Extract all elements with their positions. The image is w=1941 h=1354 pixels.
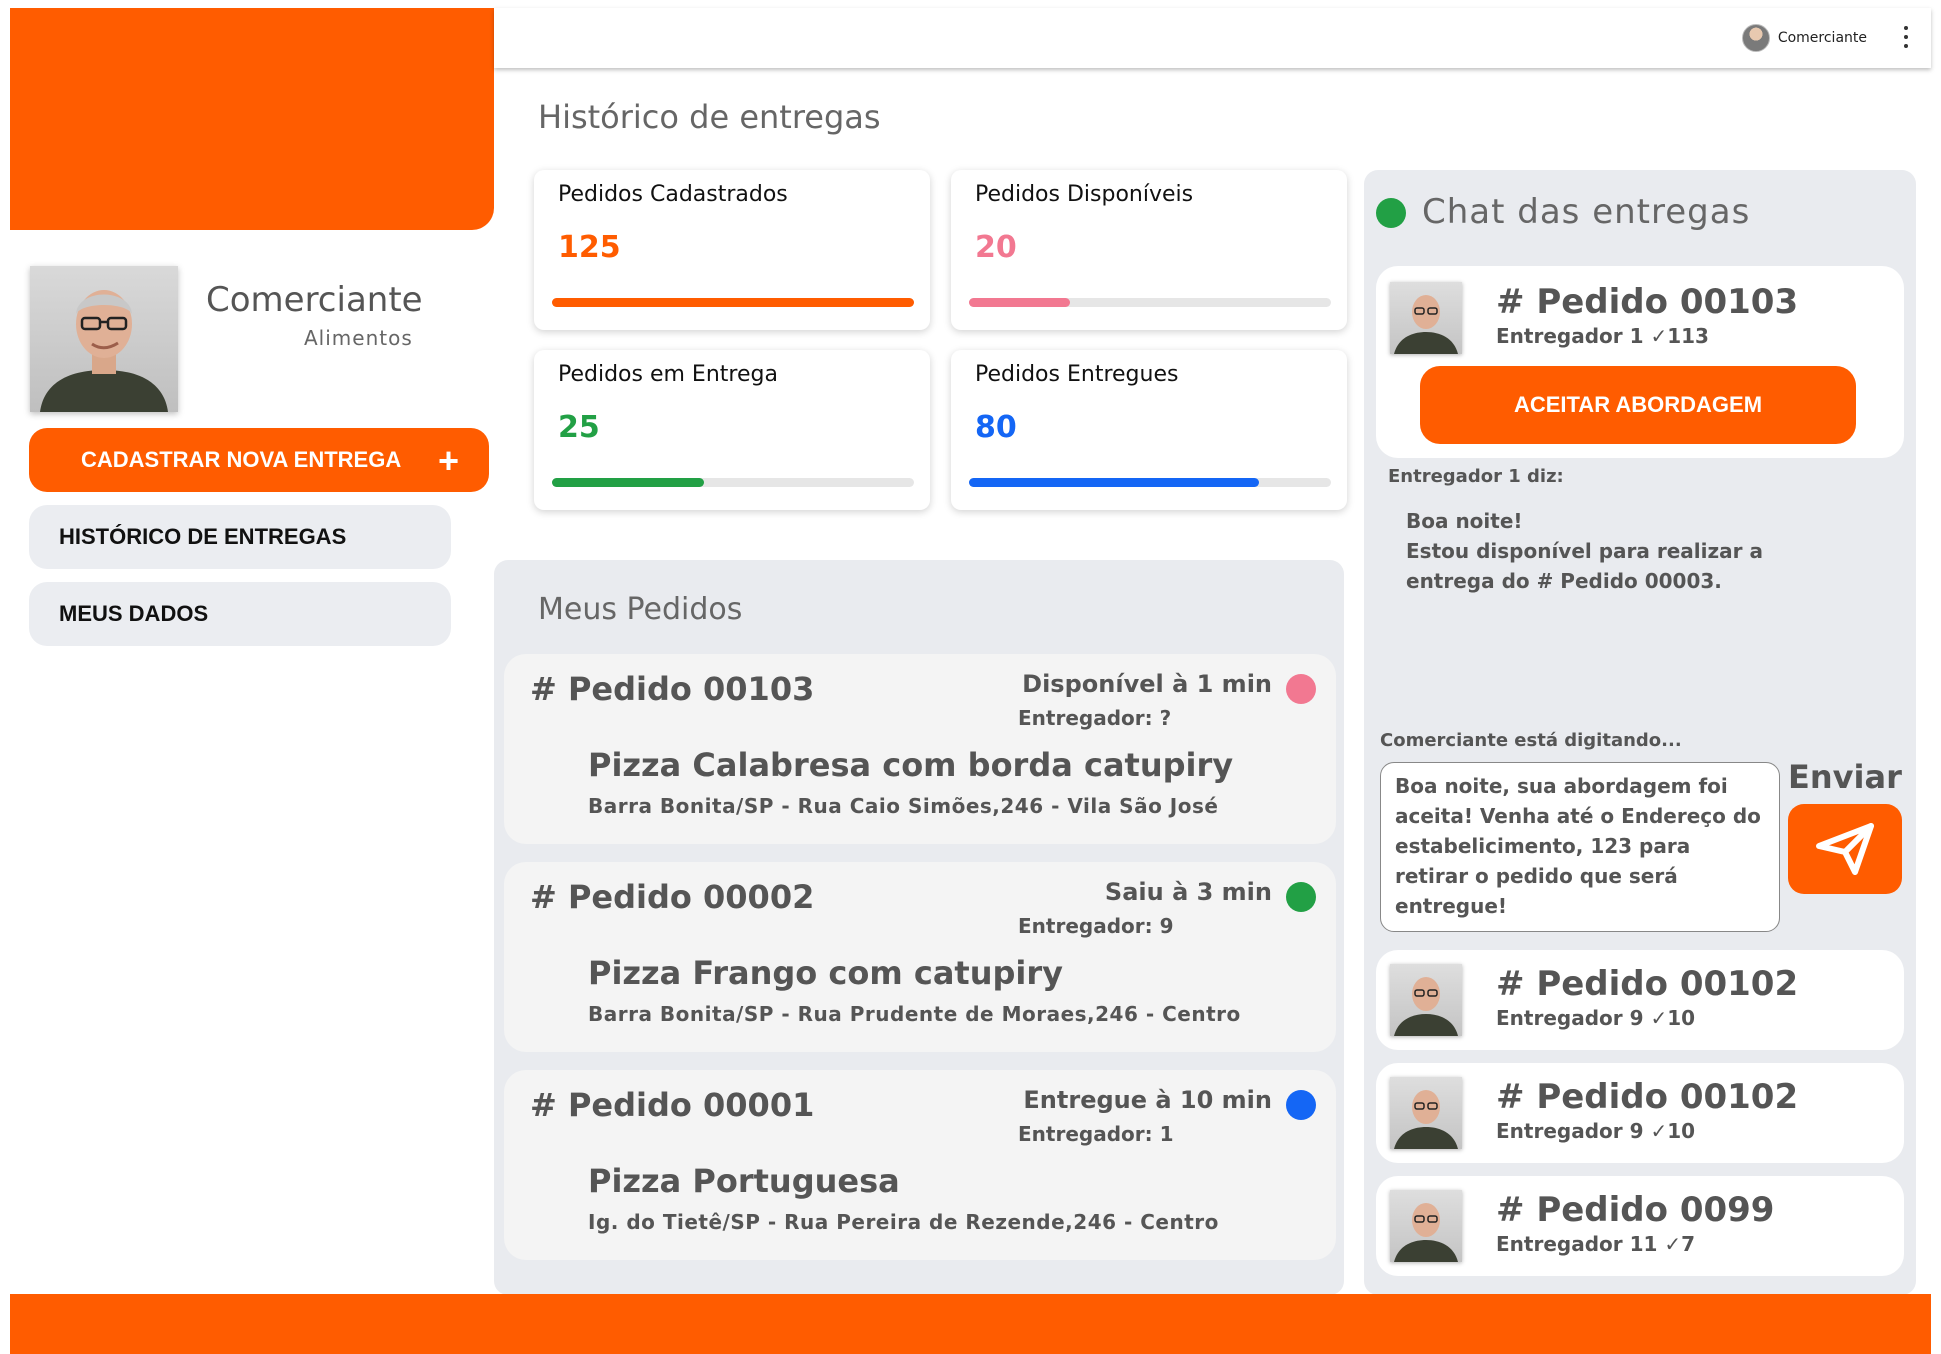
stat-value: 125 [558, 230, 621, 265]
order-card[interactable]: # Pedido 00001 Entregue à 10 min Entrega… [504, 1070, 1336, 1260]
chat-order-id: # Pedido 00103 [1496, 282, 1799, 322]
my-data-label: MEUS DADOS [59, 601, 209, 626]
courier-avatar [1390, 1190, 1462, 1262]
chat-courier-info: Entregador 1 ✓113 [1496, 324, 1709, 348]
stat-progress-track [552, 298, 914, 307]
chat-list-item[interactable]: # Pedido 00102 Entregador 9 ✓10 [1376, 950, 1904, 1050]
send-icon [1816, 823, 1874, 875]
history-button[interactable]: HISTÓRICO DE ENTREGAS [29, 505, 451, 569]
order-item: Pizza Calabresa com borda catupiry [588, 746, 1234, 784]
order-status: Disponível à 1 min [1022, 670, 1272, 698]
user-name: Comerciante [1777, 30, 1867, 46]
order-item: Pizza Frango com catupiry [588, 954, 1063, 992]
stat-progress-fill [969, 298, 1071, 307]
stat-card-delivered: Pedidos Entregues 80 [951, 350, 1347, 510]
new-delivery-button[interactable]: CADASTRAR NOVA ENTREGA + [29, 428, 489, 492]
order-id: # Pedido 00002 [530, 878, 815, 916]
my-data-button[interactable]: MEUS DADOS [29, 582, 451, 646]
chat-list-item[interactable]: # Pedido 00102 Entregador 9 ✓10 [1376, 1063, 1904, 1163]
order-item: Pizza Portuguesa [588, 1162, 900, 1200]
chat-active-card[interactable]: # Pedido 00103 Entregador 1 ✓113 ACEITAR… [1376, 266, 1904, 458]
stat-value: 20 [975, 230, 1017, 265]
status-dot-icon [1286, 1090, 1316, 1120]
orders-title: Meus Pedidos [538, 592, 743, 627]
stat-card-in-delivery: Pedidos em Entrega 25 [534, 350, 930, 510]
new-delivery-label: CADASTRAR NOVA ENTREGA [81, 447, 402, 472]
stat-label: Pedidos em Entrega [558, 362, 778, 387]
chat-courier-info: Entregador 9 ✓10 [1496, 1006, 1696, 1030]
stat-progress-track [552, 478, 914, 487]
profile-category: Alimentos [304, 326, 413, 350]
more-options-icon[interactable] [1903, 26, 1909, 48]
stat-progress-fill [969, 478, 1259, 487]
courier-avatar [1390, 282, 1462, 354]
accept-approach-button[interactable]: ACEITAR ABORDAGEM [1420, 366, 1856, 444]
profile-avatar [30, 266, 178, 412]
order-address: Barra Bonita/SP - Rua Caio Simões,246 - … [588, 794, 1219, 818]
order-courier: Entregador: ? [1018, 706, 1172, 730]
stat-label: Pedidos Disponíveis [975, 182, 1194, 207]
order-address: Barra Bonita/SP - Rua Prudente de Moraes… [588, 1002, 1241, 1026]
stat-progress-fill [552, 298, 914, 307]
stat-label: Pedidos Entregues [975, 362, 1179, 387]
stat-value: 25 [558, 410, 600, 445]
order-address: Ig. do Tietê/SP - Rua Pereira de Rezende… [588, 1210, 1219, 1234]
message-sender: Entregador 1 diz: [1388, 466, 1564, 487]
order-courier: Entregador: 9 [1018, 914, 1174, 938]
stat-label: Pedidos Cadastrados [558, 182, 788, 207]
order-courier: Entregador: 1 [1018, 1122, 1174, 1146]
chat-list-item[interactable]: # Pedido 0099 Entregador 11 ✓7 [1376, 1176, 1904, 1276]
top-bar: Comerciante [494, 8, 1931, 68]
send-label: Enviar [1788, 758, 1902, 796]
message-text: Boa noite! Estou disponível para realiza… [1406, 509, 1763, 593]
chat-title: Chat das entregas [1422, 192, 1751, 232]
stat-card-registered: Pedidos Cadastrados 125 [534, 170, 930, 330]
header-brand-block [10, 8, 494, 230]
plus-icon: + [437, 440, 459, 481]
chat-order-id: # Pedido 0099 [1496, 1190, 1775, 1230]
footer-bar [10, 1294, 1931, 1354]
order-status: Saiu à 3 min [1104, 878, 1272, 906]
chat-courier-info: Entregador 9 ✓10 [1496, 1119, 1696, 1143]
typing-indicator: Comerciante está digitando... [1380, 730, 1682, 751]
courier-avatar [1390, 1077, 1462, 1149]
stat-value: 80 [975, 410, 1017, 445]
courier-avatar [1390, 964, 1462, 1036]
order-id: # Pedido 00001 [530, 1086, 815, 1124]
order-card[interactable]: # Pedido 00103 Disponível à 1 min Entreg… [504, 654, 1336, 844]
online-status-icon [1376, 198, 1406, 228]
status-dot-icon [1286, 882, 1316, 912]
stat-progress-track [969, 478, 1331, 487]
reply-input[interactable]: Boa noite, sua abordagem foi aceita! Ven… [1380, 762, 1780, 932]
user-menu[interactable]: Comerciante [1741, 24, 1867, 52]
stat-progress-track [969, 298, 1331, 307]
chat-order-id: # Pedido 00102 [1496, 964, 1799, 1004]
stat-card-available: Pedidos Disponíveis 20 [951, 170, 1347, 330]
history-label: HISTÓRICO DE ENTREGAS [59, 524, 347, 549]
profile-name: Comerciante [206, 280, 423, 320]
order-card[interactable]: # Pedido 00002 Saiu à 3 min Entregador: … [504, 862, 1336, 1052]
order-status: Entregue à 10 min [1023, 1086, 1272, 1114]
stat-progress-fill [552, 478, 705, 487]
page-title: Histórico de entregas [538, 98, 881, 136]
status-dot-icon [1286, 674, 1316, 704]
chat-courier-info: Entregador 11 ✓7 [1496, 1232, 1696, 1256]
avatar [1741, 24, 1770, 52]
send-button[interactable] [1788, 804, 1902, 894]
order-id: # Pedido 00103 [530, 670, 815, 708]
chat-order-id: # Pedido 00102 [1496, 1077, 1799, 1117]
